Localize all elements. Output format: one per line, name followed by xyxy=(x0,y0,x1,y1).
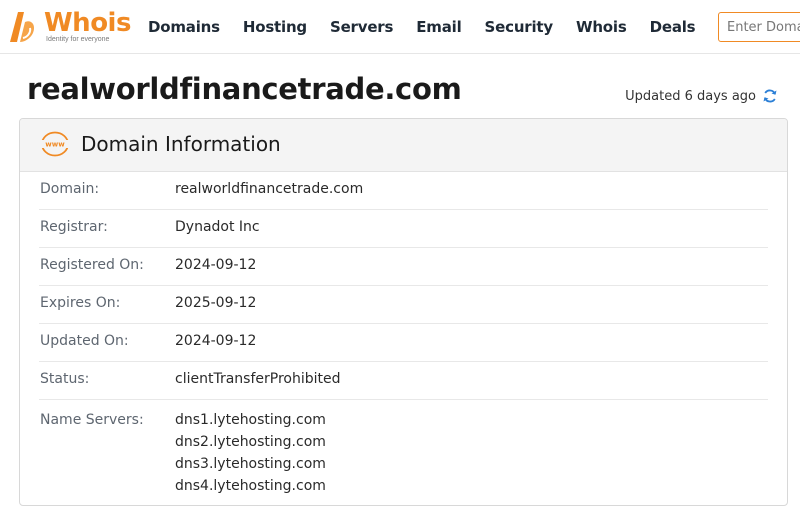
label-registered-on: Registered On: xyxy=(40,257,144,273)
domain-info-card: www Domain Information Domain: realworld… xyxy=(19,118,788,506)
card-title: Domain Information xyxy=(81,132,281,156)
domain-search-input[interactable] xyxy=(719,13,800,41)
whois-logo[interactable]: Whois Identity for everyone xyxy=(4,8,131,46)
nav-domains[interactable]: Domains xyxy=(148,18,220,36)
domain-search-box xyxy=(718,12,800,42)
nav-email[interactable]: Email xyxy=(416,18,461,36)
refresh-icon[interactable] xyxy=(762,88,778,104)
info-rows: Domain: realworldfinancetrade.com Regist… xyxy=(20,172,787,505)
logo-mark-icon xyxy=(10,12,34,42)
nav-hosting[interactable]: Hosting xyxy=(243,18,307,36)
value-domain: realworldfinancetrade.com xyxy=(175,181,364,197)
row-registered-on: Registered On: 2024-09-12 xyxy=(39,248,768,286)
label-status: Status: xyxy=(40,371,90,387)
name-server-2: dns2.lytehosting.com xyxy=(175,434,326,450)
label-name-servers: Name Servers: xyxy=(40,412,144,428)
row-status: Status: clientTransferProhibited xyxy=(39,362,768,400)
nav-deals[interactable]: Deals xyxy=(650,18,696,36)
row-expires-on: Expires On: 2025-09-12 xyxy=(39,286,768,324)
main-nav: Domains Hosting Servers Email Security W… xyxy=(148,0,718,54)
nav-security[interactable]: Security xyxy=(485,18,554,36)
top-navbar: Whois Identity for everyone Domains Host… xyxy=(0,0,800,54)
svg-text:www: www xyxy=(45,141,65,149)
value-updated-on: 2024-09-12 xyxy=(175,333,257,349)
logo-wordmark: Whois xyxy=(44,8,131,38)
name-server-4: dns4.lytehosting.com xyxy=(175,478,326,494)
nav-whois[interactable]: Whois xyxy=(576,18,627,36)
row-updated-on: Updated On: 2024-09-12 xyxy=(39,324,768,362)
logo-tagline: Identity for everyone xyxy=(46,36,110,43)
value-status: clientTransferProhibited xyxy=(175,371,341,387)
nav-servers[interactable]: Servers xyxy=(330,18,393,36)
updated-text: Updated 6 days ago xyxy=(625,88,756,104)
card-header: www Domain Information xyxy=(20,119,787,172)
value-registered-on: 2024-09-12 xyxy=(175,257,257,273)
row-domain: Domain: realworldfinancetrade.com xyxy=(39,172,768,210)
value-registrar: Dynadot Inc xyxy=(175,219,260,235)
value-expires-on: 2025-09-12 xyxy=(175,295,257,311)
page-title: realworldfinancetrade.com xyxy=(27,72,462,106)
value-name-servers: dns1.lytehosting.com dns2.lytehosting.co… xyxy=(175,409,326,497)
name-server-3: dns3.lytehosting.com xyxy=(175,456,326,472)
www-icon: www xyxy=(41,131,69,157)
name-server-1: dns1.lytehosting.com xyxy=(175,412,326,428)
label-updated-on: Updated On: xyxy=(40,333,129,349)
row-name-servers: Name Servers: dns1.lytehosting.com dns2.… xyxy=(39,400,768,505)
row-registrar: Registrar: Dynadot Inc xyxy=(39,210,768,248)
updated-status: Updated 6 days ago xyxy=(625,88,778,104)
label-expires-on: Expires On: xyxy=(40,295,121,311)
label-registrar: Registrar: xyxy=(40,219,108,235)
label-domain: Domain: xyxy=(40,181,100,197)
